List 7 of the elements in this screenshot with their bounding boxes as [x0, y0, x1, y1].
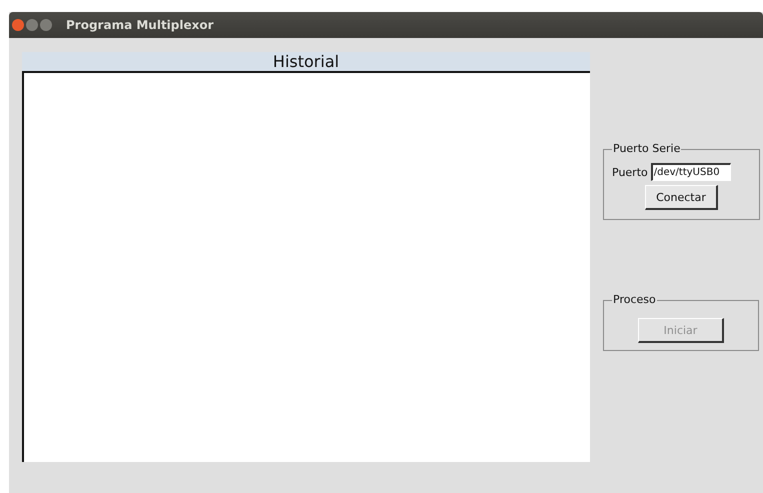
port-field[interactable]: /dev/ttyUSB0 [650, 163, 731, 181]
group-legend: Puerto Serie [612, 142, 682, 155]
port-label: Puerto [612, 166, 648, 178]
connect-button[interactable]: Conectar [645, 185, 718, 210]
group-legend: Proceso [612, 293, 657, 306]
history-header: Historial [22, 52, 590, 71]
window-title: Programa Multiplexor [66, 18, 214, 32]
